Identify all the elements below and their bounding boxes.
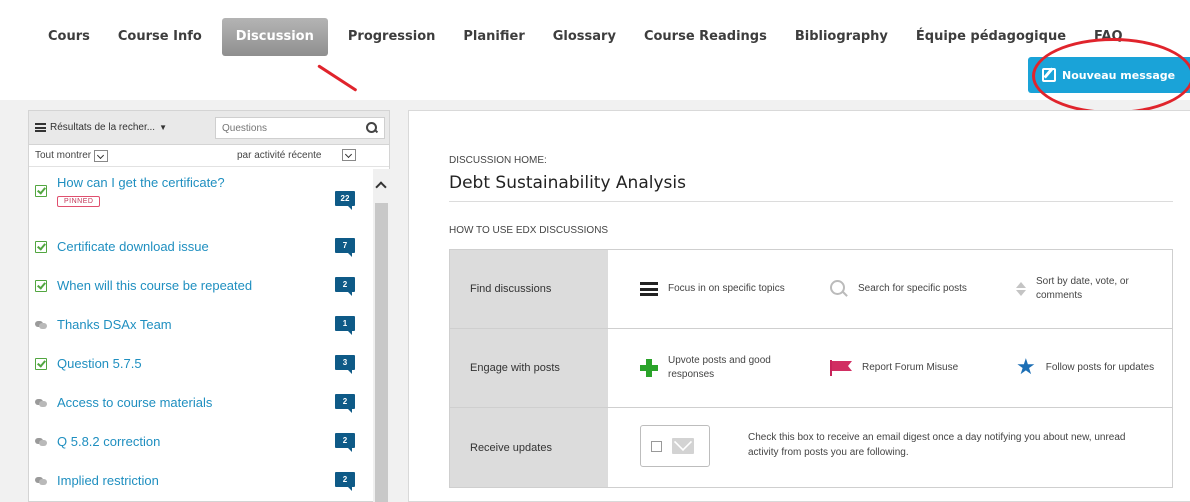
row-category: Engage with posts (450, 329, 608, 407)
comment-count-badge: 2 (335, 433, 355, 452)
discussion-chat-icon (35, 436, 47, 448)
howto-item: Focus in on specific topics (640, 250, 786, 328)
star-icon: ★ (1016, 355, 1036, 380)
howto-item-text: Upvote posts and good responses (668, 355, 771, 380)
discussion-home-panel: DISCUSSION HOME: Debt Sustainability Ana… (408, 110, 1190, 502)
howto-row-engage: Engage with posts Upvote posts and good … (450, 329, 1172, 408)
topic-filter-dropdown[interactable]: Résultats de la recher... (50, 122, 155, 133)
annotation-red-line (317, 64, 358, 92)
show-all-label: Tout montrer (35, 150, 92, 161)
pinned-badge: PINNED (57, 196, 101, 207)
tab-progression[interactable]: Progression (334, 18, 450, 56)
discussion-chat-icon (35, 397, 47, 409)
tab-course-readings[interactable]: Course Readings (630, 18, 781, 56)
row-category: Receive updates (450, 408, 608, 487)
thread-item[interactable]: Question 5.7.5 3 (29, 344, 373, 383)
discussion-home-label: DISCUSSION HOME: (449, 155, 547, 166)
thread-title[interactable]: Certificate download issue (57, 239, 209, 254)
course-tabs: Cours Course Info Discussion Progression… (34, 18, 1137, 56)
thread-item[interactable]: Access to course materials 2 (29, 383, 373, 422)
thread-filter-bar: Résultats de la recher... ▼ (29, 111, 389, 145)
howto-item: Search for specific posts (830, 250, 976, 328)
discussion-chat-icon (35, 319, 47, 331)
thread-title[interactable]: When will this course be repeated (57, 278, 252, 293)
howto-item-text: Report Forum Misuse (862, 362, 959, 373)
list-icon (640, 282, 658, 296)
tab-discussion[interactable]: Discussion (221, 18, 328, 56)
thread-title[interactable]: Access to course materials (57, 395, 212, 410)
course-title: Debt Sustainability Analysis (449, 173, 686, 193)
course-nav-bar: Cours Course Info Discussion Progression… (0, 0, 1190, 114)
discussion-chat-icon (35, 475, 47, 487)
plus-icon (640, 359, 658, 377)
answered-check-icon (35, 240, 47, 253)
howto-item: Upvote posts and good responses (640, 329, 786, 407)
checkbox-square[interactable] (651, 440, 662, 452)
tab-glossary[interactable]: Glossary (539, 18, 630, 56)
tab-planifier[interactable]: Planifier (449, 18, 538, 56)
thread-item[interactable]: Certificate download issue 7 (29, 227, 373, 266)
divider (449, 201, 1173, 202)
flag-icon (830, 360, 852, 376)
howto-heading: HOW TO USE EDX DISCUSSIONS (449, 225, 609, 236)
comment-count-badge: 2 (335, 472, 355, 491)
thread-search-box (215, 117, 385, 139)
thread-list: How can I get the certificate? PINNED 22… (29, 169, 373, 500)
howto-row-find: Find discussions Focus in on specific to… (450, 250, 1172, 329)
caret-down-icon[interactable]: ▼ (159, 123, 167, 132)
thread-item[interactable]: Implied restriction 2 (29, 461, 373, 500)
comment-count-badge: 22 (335, 191, 355, 210)
menu-icon[interactable] (35, 123, 46, 132)
answered-check-icon (35, 185, 47, 197)
tab-bibliography[interactable]: Bibliography (781, 18, 902, 56)
thread-search-input[interactable] (222, 122, 352, 134)
search-icon[interactable] (366, 122, 378, 134)
howto-item-text: Follow posts for updates (1045, 362, 1155, 373)
howto-item-text: Focus in on specific topics (668, 283, 785, 294)
thread-title[interactable]: Thanks DSAx Team (57, 317, 172, 332)
email-digest-checkbox[interactable] (640, 425, 710, 467)
answered-check-icon (35, 279, 47, 292)
scrollbar-thumb[interactable] (375, 203, 388, 502)
tab-cours[interactable]: Cours (34, 18, 104, 56)
thread-title[interactable]: Question 5.7.5 (57, 356, 142, 371)
answered-check-icon (35, 357, 47, 370)
thread-list-scrollbar[interactable] (373, 169, 390, 502)
show-all-dropdown[interactable] (94, 149, 109, 162)
sort-control: par activité récente (237, 149, 356, 161)
howto-item: ★ Follow posts for updates (1016, 329, 1164, 407)
annotation-red-circle (1032, 38, 1190, 114)
tab-course-info[interactable]: Course Info (104, 18, 216, 56)
howto-item: Sort by date, vote, or comments (1016, 250, 1154, 328)
thread-item[interactable]: Q 5.8.2 correction 2 (29, 422, 373, 461)
sort-dropdown[interactable] (341, 149, 356, 161)
thread-item[interactable]: When will this course be repeated 2 (29, 266, 373, 305)
thread-title[interactable]: Implied restriction (57, 473, 159, 488)
comment-count-badge: 2 (335, 394, 355, 413)
email-digest-text: Check this box to receive an email diges… (748, 432, 1126, 458)
howto-item-text: Search for specific posts (858, 283, 967, 294)
comment-count-badge: 2 (335, 277, 355, 296)
sort-icon (1016, 281, 1026, 297)
thread-sort-bar: Tout montrer par activité récente (29, 145, 389, 167)
row-category: Find discussions (450, 250, 608, 328)
thread-list-panel: Résultats de la recher... ▼ Tout montrer… (28, 110, 390, 502)
thread-title[interactable]: Q 5.8.2 correction (57, 434, 160, 449)
howto-row-updates: Receive updates Check this box to receiv… (450, 408, 1172, 487)
comment-count-badge: 1 (335, 316, 355, 335)
sort-label: par activité récente (237, 149, 322, 161)
scroll-up-icon[interactable] (375, 181, 387, 193)
search-icon (830, 280, 848, 298)
howto-table: Find discussions Focus in on specific to… (449, 249, 1173, 488)
thread-item[interactable]: Thanks DSAx Team 1 (29, 305, 373, 344)
comment-count-badge: 7 (335, 238, 355, 257)
howto-item-text: Sort by date, vote, or comments (1036, 276, 1129, 301)
thread-title[interactable]: How can I get the certificate? (57, 175, 225, 190)
thread-item[interactable]: How can I get the certificate? PINNED 22 (29, 169, 373, 227)
envelope-icon (672, 438, 694, 454)
howto-item: Report Forum Misuse (830, 329, 980, 407)
comment-count-badge: 3 (335, 355, 355, 374)
